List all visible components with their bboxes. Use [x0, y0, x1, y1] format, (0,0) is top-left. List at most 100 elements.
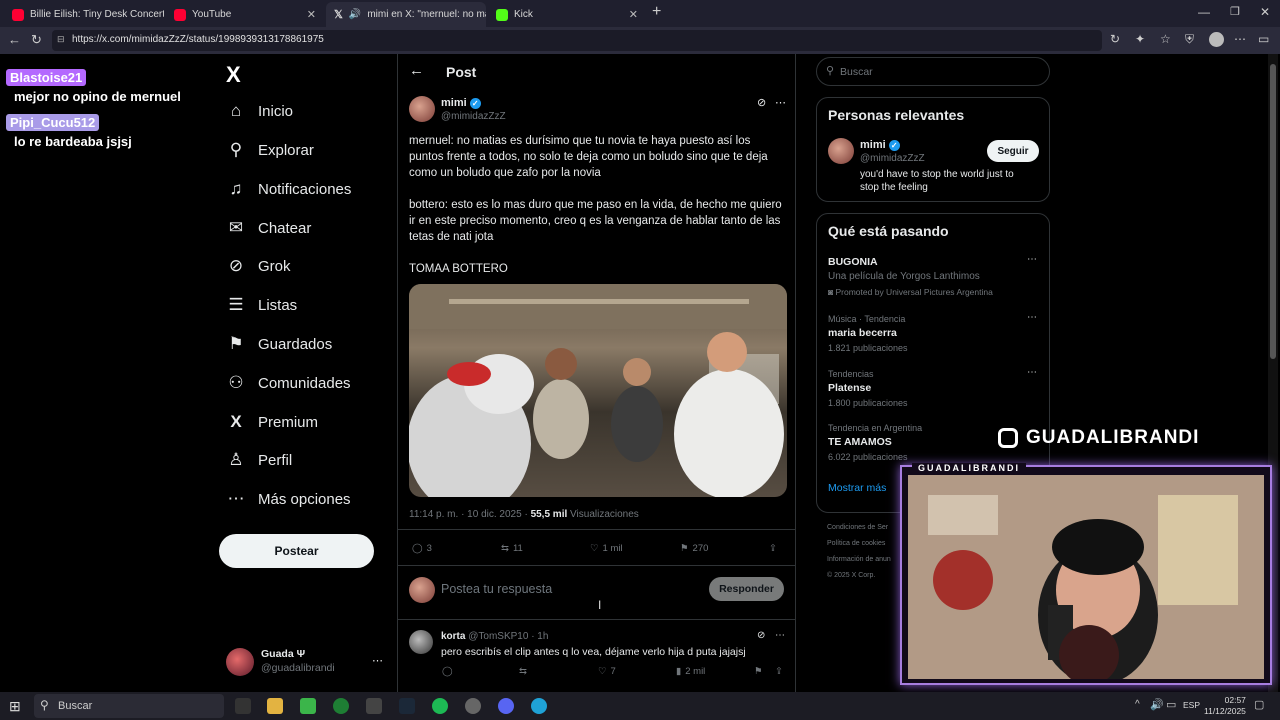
obs-icon[interactable]	[465, 698, 481, 714]
trend-item[interactable]: Tendencias Platense 1.800 publicaciones …	[817, 363, 1049, 413]
back-icon[interactable]: ←	[8, 32, 21, 47]
reply-action[interactable]: ◯ 3	[412, 543, 432, 554]
sidebar-toggle-icon[interactable]: ▭	[1258, 32, 1269, 46]
restore-icon[interactable]: ❐	[1230, 5, 1240, 18]
scrollbar-thumb[interactable]	[1270, 64, 1276, 359]
reply-input[interactable]: Postea tu respuesta	[441, 582, 552, 596]
person-handle[interactable]: @mimidazZzZ	[860, 153, 925, 164]
volume-icon[interactable]: 🔊	[1150, 698, 1164, 711]
new-tab-button[interactable]: +	[652, 3, 661, 21]
repost-action[interactable]: ⇆ 11	[501, 543, 523, 554]
reply-author-name[interactable]: korta	[441, 631, 465, 642]
network-icon[interactable]: ▭	[1166, 698, 1176, 711]
account-switcher[interactable]: Guada Ψ @guadalibrandi ⋯	[226, 646, 391, 678]
sidebar-item-explorar[interactable]: ⚲ Explorar	[226, 136, 314, 164]
site-info-icon[interactable]: ⊟	[57, 34, 65, 45]
more-icon[interactable]: ⋯	[775, 630, 785, 641]
repost-icon[interactable]: ⇆	[519, 666, 527, 677]
tab-x-post[interactable]: 𝕏 🔊 mimi en X: "mernuel: no matia ✕	[326, 2, 486, 27]
sidebar-item-mas-opciones[interactable]: ⋯ Más opciones	[226, 485, 351, 513]
close-icon[interactable]: ✕	[629, 8, 638, 21]
bookmark-icon[interactable]: ⚑	[754, 666, 763, 677]
back-arrow-icon[interactable]: ←	[409, 62, 424, 79]
person-name-row[interactable]: mimi ✓	[860, 139, 900, 151]
post-timestamp[interactable]: 11:14 p. m. · 10 dic. 2025 ·	[409, 509, 528, 520]
spotify-icon[interactable]	[432, 698, 448, 714]
xbox-icon[interactable]	[333, 698, 349, 714]
author-handle[interactable]: @mimidazZzZ	[441, 111, 506, 122]
reply-time[interactable]: · 1h	[531, 631, 548, 642]
post-button[interactable]: Postear	[219, 534, 374, 568]
tab-billie-eilish[interactable]: Billie Eilish: Tiny Desk Concert - Yo ✕	[4, 2, 164, 27]
post-video[interactable]	[409, 284, 787, 497]
file-explorer-icon[interactable]	[267, 698, 283, 714]
sidebar-item-premium[interactable]: X Premium	[226, 408, 318, 436]
refresh-extension-icon[interactable]: ↻	[1110, 32, 1120, 46]
sidebar-item-perfil[interactable]: ♙ Perfil	[226, 446, 292, 474]
like-action[interactable]: ♡ 1 mil	[590, 543, 623, 554]
show-more-link[interactable]: Mostrar más	[828, 482, 886, 494]
share-icon[interactable]: ⇪	[769, 543, 777, 554]
url-field[interactable]: ⊟ https://x.com/mimidazZzZ/status/199893…	[52, 30, 1102, 51]
reply-button[interactable]: Responder	[709, 577, 784, 601]
avatar[interactable]	[409, 96, 435, 122]
search-bar[interactable]: ⚲ Buscar	[816, 57, 1050, 86]
favorites-icon[interactable]: ☆	[1160, 32, 1171, 46]
sidebar-item-chatear[interactable]: ✉ Chatear	[226, 214, 312, 242]
epic-games-icon[interactable]	[366, 698, 382, 714]
store-icon[interactable]	[300, 698, 316, 714]
webcam-video	[908, 475, 1264, 679]
notification-icon[interactable]: ▢	[1254, 698, 1264, 711]
extension-icon[interactable]: ✦	[1135, 32, 1145, 46]
close-icon[interactable]: ✕	[307, 8, 316, 21]
reply-author-handle[interactable]: @TomSKP10	[468, 631, 528, 642]
footer-link[interactable]: Información de anun	[827, 552, 907, 568]
more-icon[interactable]: ⋯	[1027, 312, 1037, 323]
sidebar-item-guardados[interactable]: ⚑ Guardados	[226, 330, 332, 358]
sidebar-item-comunidades[interactable]: ⚇ Comunidades	[226, 369, 350, 397]
views-action[interactable]: ▮ 2 mil	[676, 666, 705, 677]
avatar[interactable]	[828, 138, 854, 164]
footer-link[interactable]: Política de cookies	[827, 536, 907, 552]
reply-header: korta @TomSKP10 · 1h	[441, 631, 548, 642]
shield-icon[interactable]: ⛨	[1185, 32, 1194, 47]
reload-icon[interactable]: ↻	[31, 32, 42, 48]
minimize-icon[interactable]: —	[1198, 5, 1210, 19]
more-icon[interactable]: ⋯	[1027, 254, 1037, 265]
avatar[interactable]	[409, 630, 433, 654]
sidebar-item-label: Explorar	[258, 141, 314, 159]
windows-start-icon[interactable]: ⊞	[9, 698, 21, 715]
discord-icon[interactable]	[498, 698, 514, 714]
sidebar-item-grok[interactable]: ⊘ Grok	[226, 252, 291, 280]
edge-icon[interactable]	[531, 698, 547, 714]
taskbar-search[interactable]: ⚲ Buscar	[34, 694, 224, 718]
grok-icon[interactable]: ⊘	[757, 630, 765, 641]
sidebar-item-notificaciones[interactable]: ♫ Notificaciones	[226, 175, 352, 203]
like-action[interactable]: ♡ 7	[598, 666, 616, 677]
tab-kick[interactable]: Kick ✕	[488, 2, 646, 27]
steam-icon[interactable]	[399, 698, 415, 714]
more-menu-icon[interactable]: ⋯	[1234, 32, 1246, 46]
comment-icon[interactable]: ◯	[442, 666, 453, 677]
follow-button[interactable]: Seguir	[987, 140, 1039, 162]
trend-item[interactable]: Música · Tendencia maria becerra 1.821 p…	[817, 308, 1049, 358]
more-icon[interactable]: ⋯	[1027, 367, 1037, 378]
tray-expand-icon[interactable]: ^	[1135, 699, 1140, 710]
window-close-icon[interactable]: ✕	[1260, 5, 1270, 19]
profile-avatar-icon[interactable]	[1209, 32, 1224, 47]
task-view-icon[interactable]	[235, 698, 251, 714]
share-icon[interactable]: ⇪	[775, 666, 783, 677]
footer-link[interactable]: Condiciones de Ser	[827, 520, 907, 536]
speaker-icon[interactable]: 🔊	[349, 9, 361, 20]
author-name-row[interactable]: mimi ✓	[441, 97, 481, 109]
bookmark-action[interactable]: ⚑ 270	[680, 543, 708, 554]
sidebar-item-inicio[interactable]: ⌂ Inicio	[226, 97, 293, 125]
sidebar-item-listas[interactable]: ☰ Listas	[226, 291, 297, 319]
grok-icon[interactable]: ⊘	[757, 96, 766, 109]
x-logo[interactable]: X	[226, 62, 241, 88]
clock[interactable]: 02:57 11/12/2025	[1204, 695, 1246, 717]
language-indicator[interactable]: ESP	[1183, 700, 1200, 710]
trend-item[interactable]: BUGONIA Una película de Yorgos Lanthimos…	[817, 250, 1049, 302]
more-icon[interactable]: ⋯	[775, 96, 786, 109]
tab-youtube[interactable]: YouTube ✕	[166, 2, 324, 27]
